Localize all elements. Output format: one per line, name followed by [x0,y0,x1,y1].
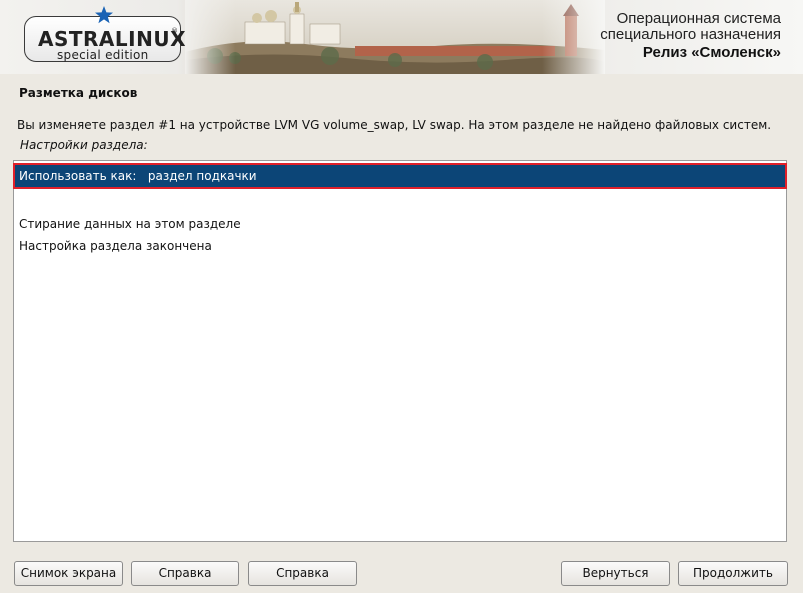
registered-mark: ® [171,27,178,35]
star-icon [95,6,113,24]
partition-settings-list: Использовать как: раздел подкачки Стиран… [13,160,787,542]
release-name: Релиз «Смоленск» [642,44,781,61]
back-button[interactable]: Вернуться [561,561,670,586]
logo-subtitle: special edition [57,48,149,62]
smolensk-panorama-image [185,0,605,74]
list-item-use-as[interactable]: Использовать как: раздел подкачки [13,163,787,189]
os-title-line1: Операционная система [616,10,781,27]
help-button[interactable]: Справка [131,561,239,586]
os-title-line2: специального назначения [600,26,781,43]
continue-button[interactable]: Продолжить [678,561,788,586]
page-title: Разметка дисков [19,86,138,100]
partition-description: Вы изменяете раздел #1 на устройстве LVM… [17,118,772,132]
settings-label: Настройки раздела: [20,138,148,152]
list-item-done-setting-up[interactable]: Настройка раздела закончена [14,234,786,258]
help-button-2[interactable]: Справка [248,561,357,586]
list-item-erase-data[interactable]: Стирание данных на этом разделе [14,212,786,236]
screenshot-button[interactable]: Снимок экрана [14,561,123,586]
header-banner: ASTRALINUX ® special edition Операционна… [0,0,803,74]
